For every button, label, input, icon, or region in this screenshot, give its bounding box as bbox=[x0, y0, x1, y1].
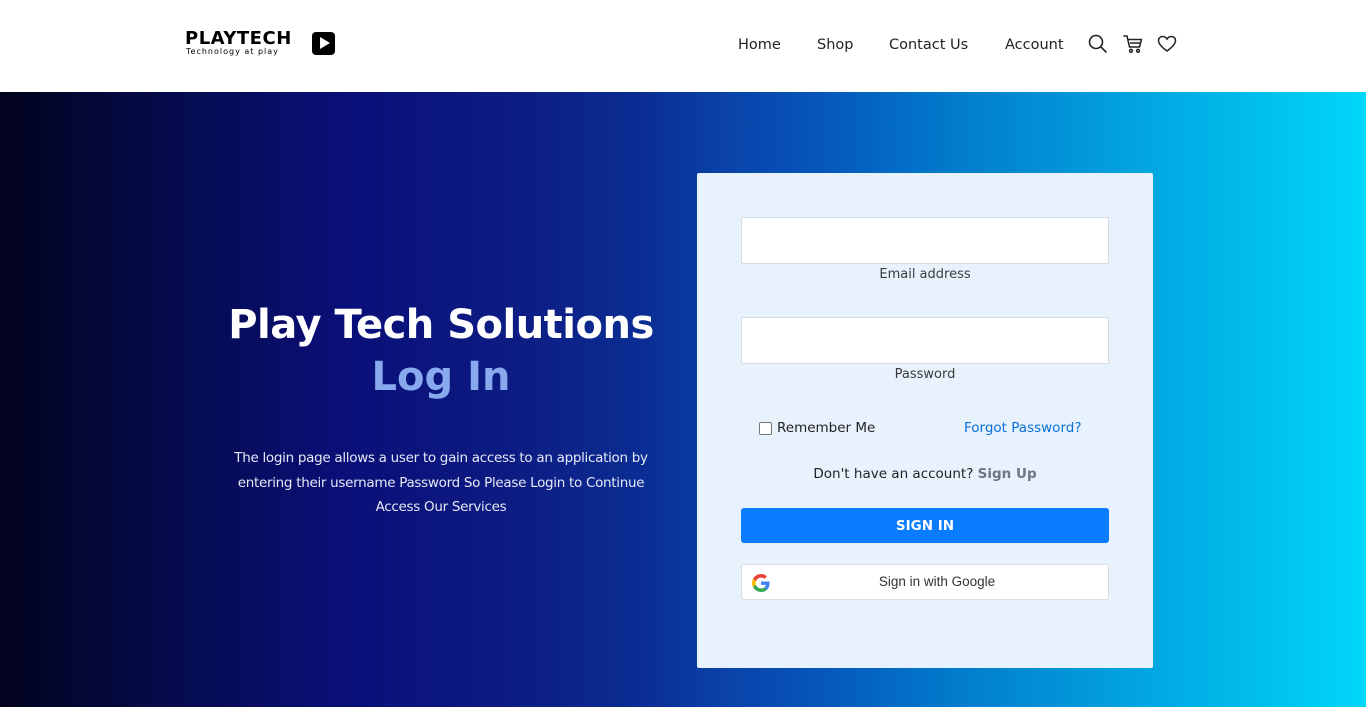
nav-link-account[interactable]: Account bbox=[1005, 35, 1064, 55]
signup-link[interactable]: Sign Up bbox=[978, 466, 1037, 482]
nav-link-shop[interactable]: Shop bbox=[817, 35, 853, 55]
hero-section: Play Tech Solutions Log In The login pag… bbox=[0, 92, 1366, 707]
google-sign-in-label: Sign in with Google bbox=[878, 574, 996, 589]
email-field[interactable] bbox=[741, 217, 1109, 264]
play-icon bbox=[312, 32, 335, 55]
hero-subtitle: Log In bbox=[371, 354, 511, 400]
search-icon[interactable] bbox=[1087, 33, 1109, 55]
hero-title: Play Tech Solutions bbox=[228, 302, 654, 348]
nav-link-contact-us[interactable]: Contact Us bbox=[889, 35, 968, 55]
brand-logo[interactable]: PLAYTECH Technology at play bbox=[185, 28, 337, 58]
brand-name: PLAYTECH bbox=[185, 28, 292, 49]
hero-description: The login page allows a user to gain acc… bbox=[234, 450, 648, 515]
forgot-password-link[interactable]: Forgot Password? bbox=[964, 419, 1082, 437]
signup-prompt: Don't have an account? Sign Up bbox=[741, 465, 1109, 483]
heart-icon[interactable] bbox=[1156, 33, 1178, 55]
google-sign-in-button[interactable]: Sign in with Google bbox=[741, 564, 1109, 600]
password-label: Password bbox=[894, 367, 956, 382]
login-card: Email address Password Remember Me Forgo… bbox=[697, 173, 1153, 668]
email-label: Email address bbox=[879, 267, 971, 282]
top-navbar: PLAYTECH Technology at play Home Shop Co… bbox=[0, 0, 1366, 92]
remember-me[interactable]: Remember Me bbox=[759, 419, 875, 437]
sign-in-button[interactable]: SIGN IN bbox=[741, 508, 1109, 543]
cart-icon[interactable] bbox=[1122, 33, 1144, 55]
remember-label: Remember Me bbox=[777, 420, 876, 436]
remember-checkbox[interactable] bbox=[759, 421, 772, 435]
brand-tagline: Technology at play bbox=[186, 47, 279, 56]
password-field[interactable] bbox=[741, 317, 1109, 364]
nav-link-home[interactable]: Home bbox=[738, 35, 781, 55]
signup-prompt-text: Don't have an account? bbox=[813, 466, 974, 482]
